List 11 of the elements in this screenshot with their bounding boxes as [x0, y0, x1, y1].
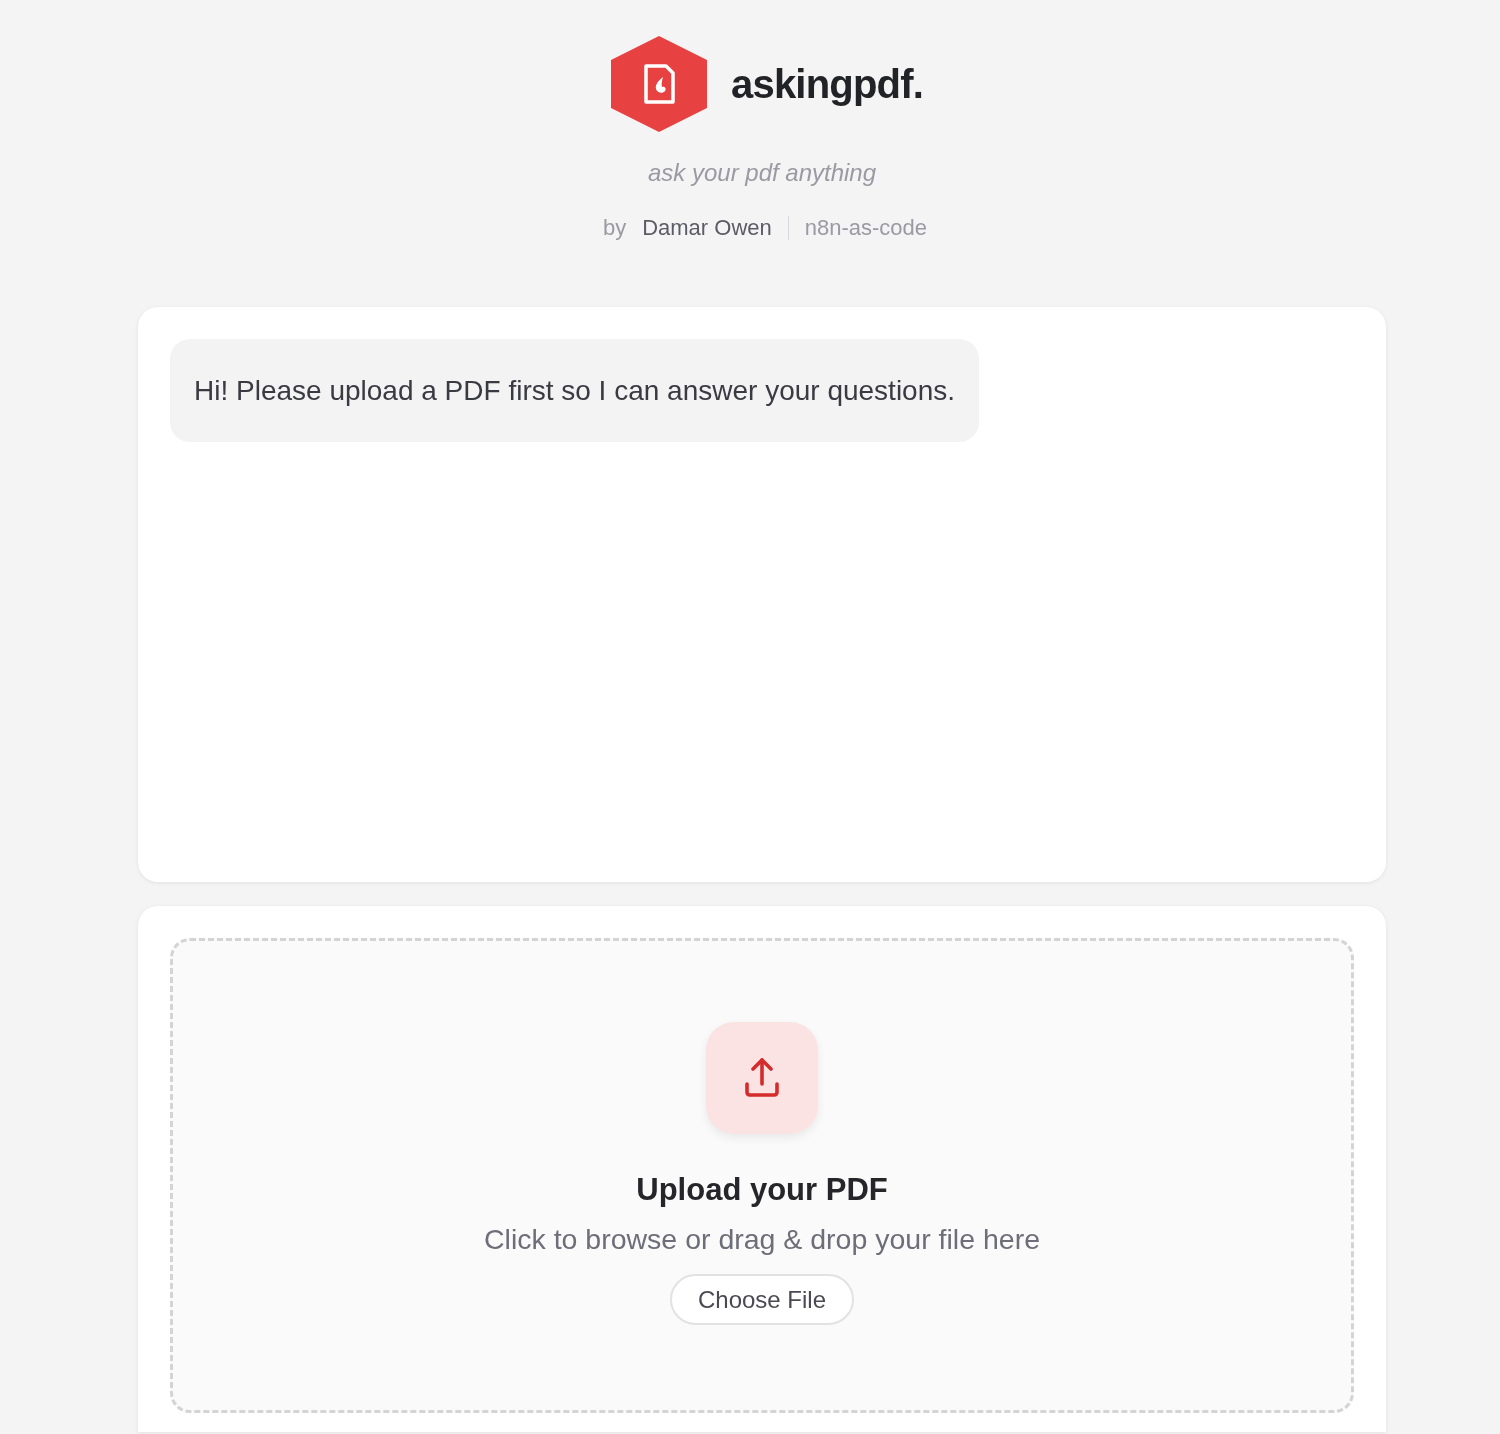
author-link[interactable]: Damar Owen: [642, 215, 772, 241]
logo-text: askingpdf.: [731, 64, 923, 104]
upload-hint: Click to browse or drag & drop your file here: [484, 1223, 1040, 1255]
chat-message-bubble: Hi! Please upload a PDF first so I can answer your questions.: [170, 339, 980, 442]
upload-dropzone[interactable]: Upload your PDF Click to browse or drag & drop your file here Choose File: [170, 938, 1354, 1413]
choose-file-button[interactable]: Choose File: [669, 1274, 855, 1325]
byline-prefix: by: [602, 215, 627, 241]
tagline: ask your pdf anything: [647, 159, 877, 187]
upload-icon: [706, 1022, 818, 1134]
logo-icon: [611, 36, 707, 132]
upload-title: Upload your PDF: [636, 1171, 888, 1209]
